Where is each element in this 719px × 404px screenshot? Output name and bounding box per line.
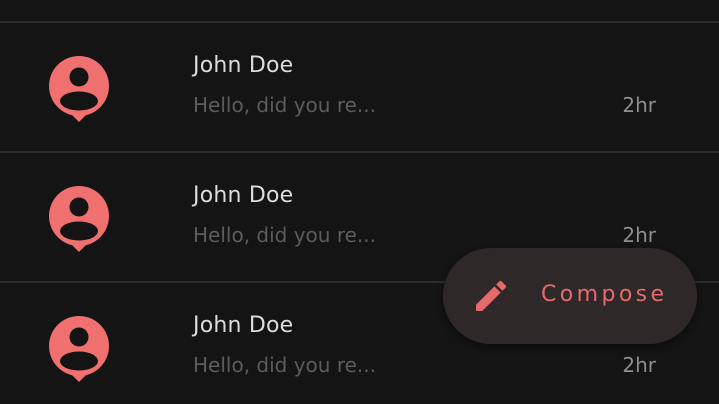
message-time: 2hr (622, 353, 656, 377)
person-pin-icon (48, 55, 110, 125)
message-time: 2hr (622, 223, 656, 247)
person-pin-icon (48, 185, 110, 255)
message-list-screen: John Doe Hello, did you re... 2hr John D… (0, 0, 719, 404)
sender-name: John Doe (193, 313, 294, 338)
pencil-icon (471, 276, 511, 316)
sender-name: John Doe (193, 53, 294, 78)
message-list-item[interactable]: John Doe Hello, did you re... 2hr (0, 23, 719, 151)
message-preview: Hello, did you re... (193, 223, 376, 247)
compose-button[interactable]: Compose (443, 248, 697, 344)
person-pin-icon (48, 315, 110, 385)
message-preview: Hello, did you re... (193, 353, 376, 377)
message-preview: Hello, did you re... (193, 93, 376, 117)
compose-button-label: Compose (541, 282, 668, 307)
message-time: 2hr (622, 93, 656, 117)
sender-name: John Doe (193, 183, 294, 208)
